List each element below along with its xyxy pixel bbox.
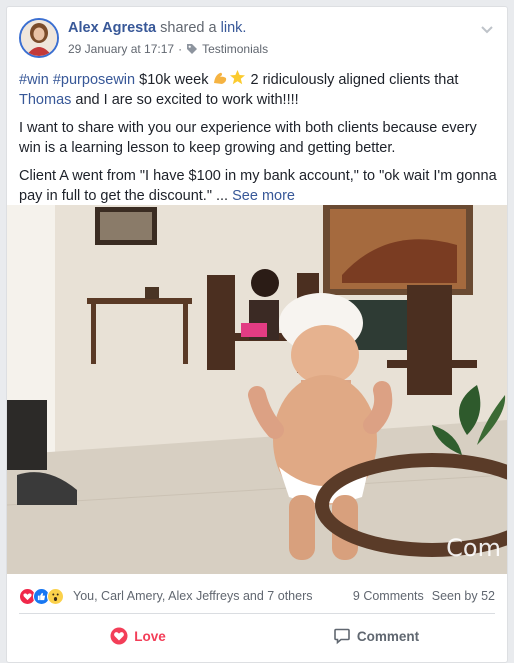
meta-separator: · <box>178 42 183 56</box>
text-line1: $10k week <box>139 72 209 88</box>
hashtag-purposewin[interactable]: #purposewin <box>53 72 135 88</box>
post-gif-media[interactable]: Com <box>7 205 507 574</box>
reaction-names[interactable]: You, Carl Amery, Alex Jeffreys and 7 oth… <box>73 589 312 603</box>
flexed-biceps-icon <box>212 69 229 86</box>
author-name-link[interactable]: Alex Agresta <box>68 20 156 36</box>
post-card: Alex Agresta shared a link. 29 January a… <box>6 6 508 663</box>
seen-count[interactable]: Seen by 52 <box>432 589 495 603</box>
reactions-bar: You, Carl Amery, Alex Jeffreys and 7 oth… <box>19 585 495 607</box>
gif-watermark: Com <box>446 534 501 562</box>
post-paragraph-3: Client A went from "I have $100 in my ba… <box>19 166 497 206</box>
see-more-link[interactable]: See more <box>232 188 295 204</box>
comment-label: Comment <box>356 628 420 644</box>
post-category[interactable]: Testimonials <box>202 42 268 56</box>
engagement-stats: 9 Comments Seen by 52 <box>353 589 495 603</box>
chevron-down-icon[interactable] <box>479 21 495 37</box>
comment-button[interactable]: Comment <box>257 619 495 653</box>
star-icon <box>229 69 246 86</box>
shared-text: shared a <box>160 20 217 36</box>
divider <box>19 613 495 614</box>
post-body: #win #purposewin $10k week 2 ridiculousl… <box>19 69 497 214</box>
reaction-icons[interactable] <box>19 587 64 605</box>
love-button[interactable]: Love <box>19 619 257 653</box>
tag-icon <box>186 43 198 55</box>
author-avatar[interactable] <box>19 18 59 58</box>
post-meta: 29 January at 17:17 · Testimonials <box>68 42 268 56</box>
post-timestamp[interactable]: 29 January at 17:17 <box>68 42 174 56</box>
post-actions: Love Comment <box>19 619 495 653</box>
shared-link[interactable]: link. <box>221 20 247 36</box>
love-label: Love <box>134 628 166 644</box>
comment-icon <box>333 627 351 645</box>
mention-thomas[interactable]: Thomas <box>19 92 71 108</box>
comments-count[interactable]: 9 Comments <box>353 589 424 603</box>
heart-icon <box>110 627 128 645</box>
post-paragraph-1: #win #purposewin $10k week 2 ridiculousl… <box>19 69 497 110</box>
text-line2: and I are so excited to work with!!!! <box>75 92 299 108</box>
text-line1-cont: 2 ridiculously aligned clients that <box>250 72 459 88</box>
gif-scene-image <box>7 205 507 574</box>
post-header-line: Alex Agresta shared a link. <box>68 20 246 36</box>
wow-reaction-icon <box>47 587 64 605</box>
hashtag-win[interactable]: #win <box>19 72 49 88</box>
post-paragraph-2: I want to share with you our experience … <box>19 120 477 156</box>
